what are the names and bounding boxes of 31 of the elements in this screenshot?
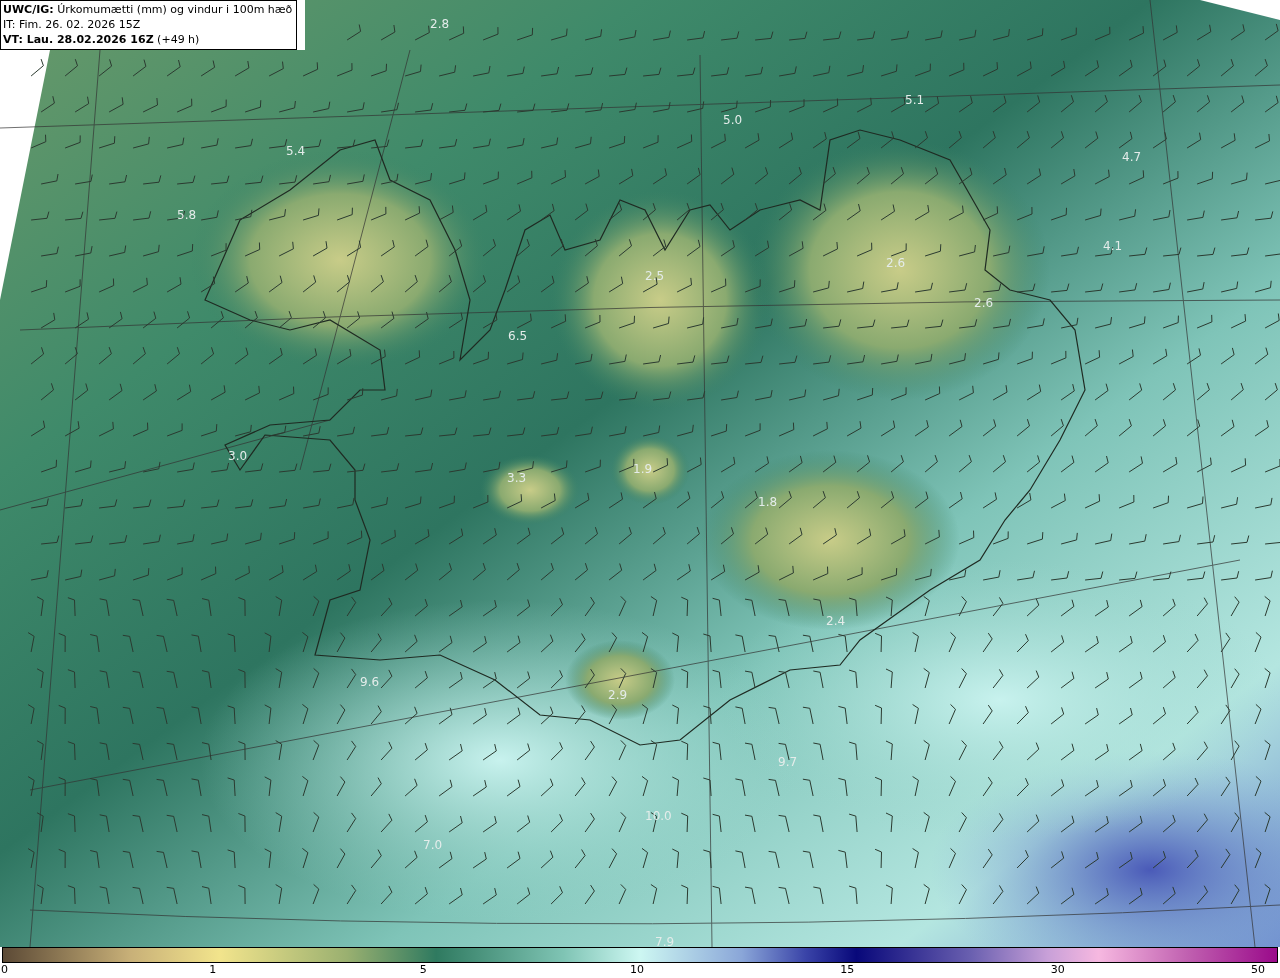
precipitation-value: 4.7 <box>1122 150 1142 164</box>
precipitation-value: 2.8 <box>430 17 450 31</box>
precipitation-value: 3.0 <box>228 449 248 463</box>
precipitation-value: 2.6 <box>886 256 906 270</box>
precipitation-value: 1.8 <box>758 495 778 509</box>
valid-time: VT: Lau. 28.02.2026 16Z (+49 h) <box>3 32 201 47</box>
precipitation-value: 5.4 <box>286 144 306 158</box>
precipitation-value: 5.0 <box>723 113 743 127</box>
precipitation-value: 5.1 <box>905 93 925 107</box>
precipitation-value: 3.3 <box>507 471 527 485</box>
precipitation-value: 9.6 <box>360 675 380 689</box>
colorbar-tick-label: 50 <box>1251 963 1265 977</box>
map-title: UWC/IG: Úrkomumætti (mm) og vindur i 100m hæð <box>3 2 293 17</box>
precipitation-value: 2.6 <box>974 296 994 310</box>
precipitation-value: 7.0 <box>423 838 443 852</box>
colorbar-tick-label: 10 <box>630 963 644 977</box>
precipitation-value: 4.1 <box>1103 239 1123 253</box>
colorbar-tick-label: 15 <box>840 963 855 977</box>
precipitation-value: 9.7 <box>778 755 798 769</box>
colorbar-tick-label: 1 <box>209 963 217 977</box>
colorbar-tick-label: 5 <box>419 963 427 977</box>
precipitation-value: 6.5 <box>508 329 528 343</box>
colorbar-tick-label: 0 <box>1 963 8 977</box>
precipitation-value: 5.8 <box>177 208 197 222</box>
colorbar-tick-label: 30 <box>1050 963 1065 977</box>
precipitation-value: 2.5 <box>645 269 665 283</box>
precipitation-value: 1.9 <box>633 462 653 476</box>
precipitation-value: 7.9 <box>655 935 675 949</box>
precipitation-value: 2.9 <box>608 688 628 702</box>
issue-time: IT: Fim. 26. 02. 2026 15Z <box>3 17 142 32</box>
precipitation-value: 2.4 <box>826 614 846 628</box>
